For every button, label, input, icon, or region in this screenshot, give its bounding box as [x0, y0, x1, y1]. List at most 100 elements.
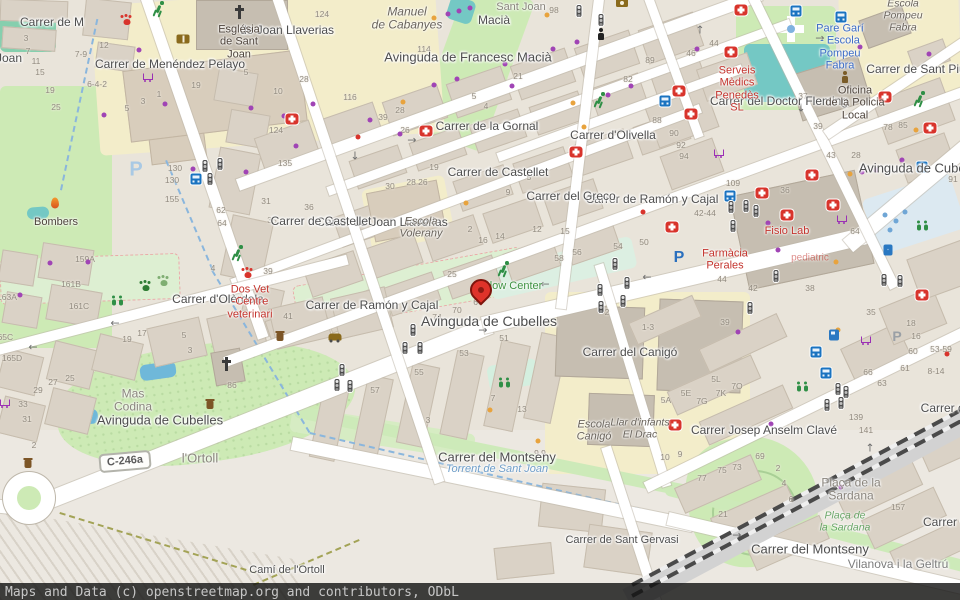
house-number: 61 — [900, 363, 909, 373]
building — [0, 249, 38, 286]
traffic-light-icon — [348, 380, 353, 392]
parking-lot-icon: P — [129, 159, 142, 182]
first-aid-icon — [286, 114, 299, 125]
place-label: Pare Garí- EscolaPompeuFabra — [816, 22, 864, 71]
traffic-light-icon — [403, 342, 408, 354]
house-number: 135 — [278, 158, 292, 168]
street-label: Macià — [478, 13, 510, 27]
poi-dot-purple — [18, 293, 23, 298]
map-canvas[interactable]: Maps and Data (c) openstreetmap.org and … — [0, 0, 960, 600]
house-number: 64 — [217, 218, 226, 228]
street-label: Carrer d — [923, 515, 960, 529]
house-number: 19 — [191, 80, 200, 90]
house-number: 5L — [711, 374, 720, 384]
house-number: 12 — [99, 40, 108, 50]
poi-dot-purple — [163, 102, 168, 107]
traffic-light-icon — [577, 5, 582, 17]
shopping-cart-icon — [713, 148, 725, 158]
traffic-light-icon — [218, 158, 223, 170]
traffic-light-icon — [825, 399, 830, 411]
street-label: Torrent de Sant Joan — [446, 463, 548, 475]
house-number: 60 — [908, 346, 917, 356]
playground-icon — [110, 296, 124, 307]
building — [439, 350, 484, 440]
house-number: 2 — [776, 463, 781, 473]
oneway-arrow: ← — [28, 341, 37, 354]
poi-dot-purple — [457, 9, 462, 14]
poi-dot-purple — [249, 106, 254, 111]
poi-dot-blue — [888, 228, 893, 233]
house-number: 5 — [182, 330, 187, 340]
poi-dot-purple — [432, 83, 437, 88]
place-label: Plaça de laSardana — [821, 477, 880, 504]
house-number: 15 — [35, 67, 44, 77]
traffic-light-icon — [599, 14, 604, 26]
poi-dot-blue — [894, 219, 899, 224]
fountain-icon — [787, 25, 795, 33]
house-number: 35 — [866, 307, 875, 317]
first-aid-icon — [666, 222, 679, 233]
traffic-light-icon — [744, 200, 749, 212]
traffic-light-icon — [774, 270, 779, 282]
street-label: Carrer de Sant Piu — [866, 62, 960, 76]
house-number: 3 — [24, 33, 29, 43]
book-icon — [177, 35, 190, 44]
house-number: 25 — [51, 102, 60, 112]
fuel-icon — [829, 330, 839, 341]
bus-stop-icon — [811, 347, 822, 358]
poi-dot-purple — [102, 113, 107, 118]
poi-dot-purple — [446, 12, 451, 17]
poi-dot-purple — [294, 144, 299, 149]
first-aid-icon — [420, 126, 433, 137]
house-number: 161B — [61, 279, 81, 289]
house-number: 16 — [478, 235, 487, 245]
traffic-light-icon — [208, 173, 213, 185]
place-label: FarmàciaPerales — [702, 248, 748, 273]
house-number: 19 — [122, 334, 131, 344]
poi-dot-purple — [736, 330, 741, 335]
house-number: 31 — [261, 196, 270, 206]
place-label: EscolaVolerany — [399, 216, 442, 241]
runner-icon — [234, 245, 244, 257]
poi-dot-purple — [191, 167, 196, 172]
house-number: 77 — [697, 473, 706, 483]
bus-stop-icon — [836, 12, 847, 23]
street-label: Carrer d'Olivella — [570, 128, 656, 142]
house-number: 9 — [678, 449, 683, 459]
poi-dot-purple — [86, 260, 91, 265]
house-number: 2 — [32, 440, 37, 450]
trash-icon — [207, 401, 214, 409]
shopping-cart-icon — [836, 214, 848, 224]
house-number: 5 — [125, 103, 130, 113]
traffic-light-icon — [340, 364, 345, 376]
house-number: 98 — [549, 5, 558, 15]
street-label: Carrer Josep Anselm Clavé — [691, 423, 837, 437]
house-number: 66 — [863, 367, 872, 377]
house-number: 25 — [65, 373, 74, 383]
poi-dot-red — [945, 352, 950, 357]
house-number: 2 — [605, 307, 610, 317]
poi-dot-orange — [545, 13, 550, 18]
first-aid-icon — [781, 210, 794, 221]
place-label: Plaça dela Sardana — [820, 510, 871, 534]
place-label: pediatric — [791, 252, 829, 263]
house-number: 54 — [613, 241, 622, 251]
house-number: 64 — [850, 226, 859, 236]
oneway-arrow: ← — [642, 271, 651, 284]
church-cross-icon — [234, 5, 244, 19]
shopping-cart-icon — [0, 398, 11, 408]
house-number: 139 — [849, 412, 863, 422]
house-number: 51 — [499, 333, 508, 343]
place-label: Bombers — [34, 216, 78, 228]
house-number: 7-9 — [75, 49, 87, 59]
place-label: Manuelde Cabanyes — [372, 6, 443, 33]
first-aid-icon — [725, 47, 738, 58]
house-number: 42-44 — [694, 208, 716, 218]
first-aid-icon — [924, 123, 937, 134]
oneway-arrow: ↑ — [865, 442, 874, 455]
house-number: 7 — [26, 46, 31, 56]
house-number: 50 — [639, 237, 648, 247]
first-aid-icon — [916, 290, 929, 301]
place-label: Dos Vet-Centreveterinari — [227, 284, 272, 321]
street-label: Carrer de Sant Gervasi — [565, 534, 678, 546]
